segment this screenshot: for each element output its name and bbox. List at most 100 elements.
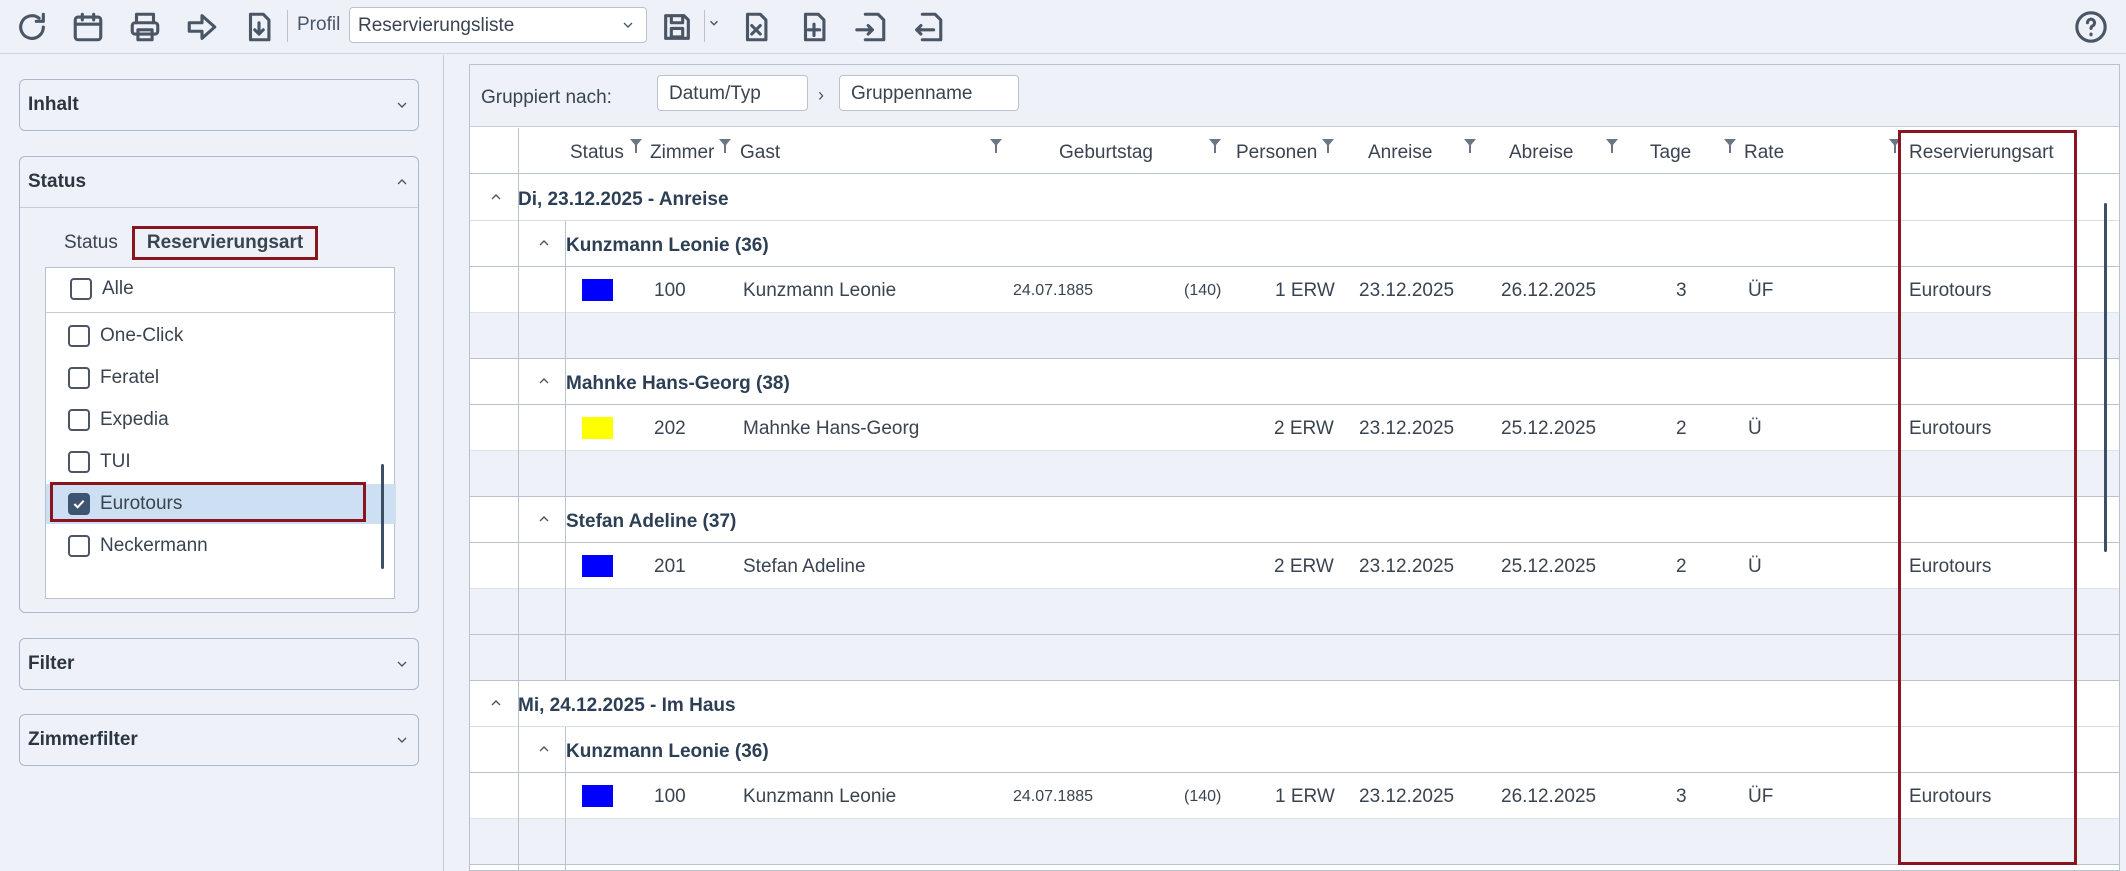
column-header-geburtstag[interactable]: Geburtstag bbox=[1059, 142, 1153, 164]
list-scrollbar[interactable] bbox=[381, 464, 384, 569]
list-item-tui[interactable]: TUI bbox=[46, 442, 396, 482]
cell-personen: 2 ERW bbox=[1274, 556, 1334, 577]
grid-line bbox=[565, 727, 566, 870]
chevron-up-icon[interactable] bbox=[536, 511, 552, 533]
list-item-one-click[interactable]: One-Click bbox=[46, 316, 396, 356]
checkbox[interactable] bbox=[68, 325, 90, 347]
cell-gast: Stefan Adeline bbox=[743, 556, 866, 577]
inhalt-section[interactable]: Inhalt bbox=[19, 79, 419, 131]
tab-status[interactable]: Status bbox=[56, 226, 126, 260]
forward-icon[interactable] bbox=[182, 7, 222, 47]
table-row[interactable]: 202 Mahnke Hans-Georg 2 ERW 23.12.2025 2… bbox=[470, 405, 2119, 451]
download-icon[interactable] bbox=[239, 7, 279, 47]
row-spacer bbox=[470, 313, 2119, 359]
cell-gast: Kunzmann Leonie bbox=[743, 786, 897, 807]
status-section-header[interactable]: Status bbox=[20, 157, 418, 207]
toolbar: Profil Reservierungsliste bbox=[0, 0, 2126, 54]
column-header-abreise[interactable]: Abreise bbox=[1509, 142, 1573, 164]
filter-icon[interactable] bbox=[1724, 137, 1736, 153]
column-header-zimmer[interactable]: Zimmer bbox=[650, 142, 714, 164]
chevron-up-icon[interactable] bbox=[488, 189, 504, 211]
chevron-up-icon[interactable] bbox=[536, 741, 552, 763]
chevron-up-icon[interactable] bbox=[536, 235, 552, 257]
chevron-down-icon[interactable] bbox=[707, 16, 721, 30]
add-document-icon[interactable] bbox=[794, 7, 834, 47]
list-item-feratel[interactable]: Feratel bbox=[46, 358, 396, 398]
calendar-icon[interactable] bbox=[68, 7, 108, 47]
refresh-icon[interactable] bbox=[12, 7, 52, 47]
list-item-neckermann[interactable]: Neckermann bbox=[46, 526, 396, 566]
checkbox[interactable] bbox=[68, 451, 90, 473]
filter-icon[interactable] bbox=[1464, 137, 1476, 153]
column-header-tage[interactable]: Tage bbox=[1650, 142, 1691, 164]
row-spacer bbox=[470, 819, 2119, 865]
tab-reservierungsart[interactable]: Reservierungsart bbox=[131, 226, 319, 260]
checkbox[interactable] bbox=[68, 535, 90, 557]
cell-reservierungsart: Eurotours bbox=[1909, 786, 1992, 807]
table-row[interactable]: 100 Kunzmann Leonie 24.07.1885 (140) 1 E… bbox=[470, 267, 2119, 313]
subgroup-row[interactable]: Stefan Adeline (37) bbox=[470, 497, 2119, 543]
filter-icon[interactable] bbox=[1606, 137, 1618, 153]
group-row-date[interactable]: Mi, 24.12.2025 - Im Haus bbox=[470, 681, 2119, 727]
list-item-alle[interactable]: Alle bbox=[46, 269, 396, 309]
grid-scrollbar[interactable] bbox=[2104, 203, 2107, 552]
group-chip-gruppenname[interactable]: Gruppenname bbox=[839, 75, 1019, 111]
filter-icon[interactable] bbox=[990, 137, 1002, 153]
subgroup-label: Stefan Adeline (37) bbox=[566, 511, 737, 532]
grid-header: Status Zimmer Gast Geburtstag Personen A… bbox=[470, 128, 2119, 174]
save-icon[interactable] bbox=[657, 7, 697, 47]
checkbox[interactable] bbox=[68, 409, 90, 431]
cell-abreise: 25.12.2025 bbox=[1501, 556, 1597, 577]
grouped-by-label: Gruppiert nach: bbox=[481, 87, 612, 108]
import-icon[interactable] bbox=[851, 7, 891, 47]
filter-icon[interactable] bbox=[1209, 137, 1221, 153]
group-chip-datum-typ[interactable]: Datum/Typ bbox=[657, 75, 808, 111]
list-item-label: Alle bbox=[102, 278, 134, 299]
checkbox[interactable] bbox=[70, 278, 92, 300]
filter-icon[interactable] bbox=[630, 137, 642, 153]
status-section-title: Status bbox=[28, 171, 87, 192]
print-icon[interactable] bbox=[125, 7, 165, 47]
cell-rate: ÜF bbox=[1748, 786, 1774, 807]
chevron-down-icon bbox=[397, 737, 407, 743]
column-header-personen[interactable]: Personen bbox=[1236, 142, 1317, 164]
column-header-anreise[interactable]: Anreise bbox=[1368, 142, 1432, 164]
group-by-bar: Gruppiert nach: Datum/Typ › Gruppenname bbox=[470, 65, 2119, 127]
excel-export-icon[interactable] bbox=[736, 7, 776, 47]
export-icon[interactable] bbox=[908, 7, 948, 47]
checkbox[interactable] bbox=[68, 367, 90, 389]
group-row-date[interactable]: Di, 23.12.2025 - Anreise bbox=[470, 175, 2119, 221]
cell-rate: ÜF bbox=[1748, 280, 1774, 301]
list-item-expedia[interactable]: Expedia bbox=[46, 400, 396, 440]
column-header-gast[interactable]: Gast bbox=[740, 142, 780, 164]
filter-icon[interactable] bbox=[1322, 137, 1334, 153]
subgroup-row[interactable]: Kunzmann Leonie (36) bbox=[470, 727, 2119, 773]
column-header-status[interactable]: Status bbox=[570, 142, 624, 164]
chevron-down-icon bbox=[623, 22, 633, 28]
table-row[interactable]: 201 Stefan Adeline 2 ERW 23.12.2025 25.1… bbox=[470, 543, 2119, 589]
filter-section[interactable]: Filter bbox=[19, 638, 419, 690]
column-header-rate[interactable]: Rate bbox=[1744, 142, 1784, 164]
table-row[interactable]: 100 Kunzmann Leonie 24.07.1885 (140) 1 E… bbox=[470, 773, 2119, 819]
help-icon[interactable] bbox=[2071, 7, 2111, 47]
profil-select-value: Reservierungsliste bbox=[358, 15, 515, 36]
row-spacer bbox=[470, 589, 2119, 635]
subgroup-row[interactable]: Mahnke Hans-Georg (38) bbox=[470, 359, 2119, 405]
chevron-up-icon bbox=[397, 179, 407, 185]
zimmerfilter-section[interactable]: Zimmerfilter bbox=[19, 714, 419, 766]
chevron-up-icon[interactable] bbox=[536, 373, 552, 395]
filter-icon[interactable] bbox=[719, 137, 731, 153]
group-label: Mi, 24.12.2025 - Im Haus bbox=[518, 695, 736, 716]
list-item-label: Feratel bbox=[100, 367, 160, 388]
cell-abreise: 25.12.2025 bbox=[1501, 418, 1597, 439]
reservation-grid: Gruppiert nach: Datum/Typ › Gruppenname … bbox=[469, 64, 2120, 871]
toolbar-separator bbox=[704, 10, 705, 42]
cell-tage: 3 bbox=[1676, 786, 1687, 807]
column-header-reservierungsart[interactable]: Reservierungsart bbox=[1909, 142, 2054, 164]
subgroup-label: Kunzmann Leonie (36) bbox=[566, 235, 769, 256]
list-item-label: One-Click bbox=[100, 325, 184, 346]
chevron-up-icon[interactable] bbox=[488, 695, 504, 717]
subgroup-row[interactable]: Kunzmann Leonie (36) bbox=[470, 221, 2119, 267]
filter-icon[interactable] bbox=[1889, 137, 1901, 153]
profil-select[interactable]: Reservierungsliste bbox=[349, 7, 647, 43]
